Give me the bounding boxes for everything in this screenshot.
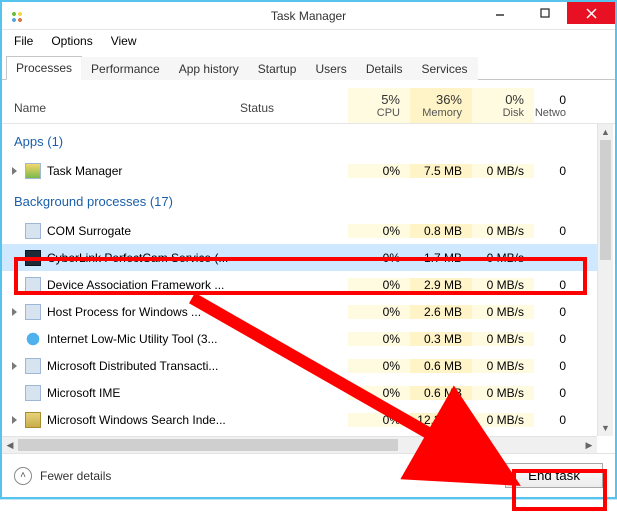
tab-processes[interactable]: Processes xyxy=(6,56,82,80)
process-row[interactable]: Microsoft Windows Search Inde... 0% 12.3… xyxy=(2,406,597,433)
scroll-thumb[interactable] xyxy=(600,140,611,260)
expand-icon[interactable] xyxy=(12,416,17,424)
col-network[interactable]: 0 Netwo xyxy=(534,89,570,123)
chevron-up-icon: ˄ xyxy=(14,467,32,485)
process-icon xyxy=(25,385,41,401)
tab-strip: Processes Performance App history Startu… xyxy=(2,52,615,80)
col-name[interactable]: Name xyxy=(2,101,232,123)
process-row[interactable]: Microsoft Distributed Transacti... 0% 0.… xyxy=(2,352,597,379)
process-name: Microsoft IME xyxy=(47,386,120,400)
group-background[interactable]: Background processes (17) xyxy=(2,184,597,217)
tab-app-history[interactable]: App history xyxy=(169,57,249,80)
fewer-details-button[interactable]: ˄ Fewer details xyxy=(14,467,111,485)
scroll-up-icon[interactable]: ▲ xyxy=(598,124,613,140)
column-headers: Name Status 5% CPU 36% Memory 0% Disk 0 … xyxy=(2,80,615,124)
maximize-icon xyxy=(540,8,550,18)
process-name: Task Manager xyxy=(47,164,122,178)
process-name: Microsoft Distributed Transacti... xyxy=(47,359,218,373)
minimize-button[interactable] xyxy=(477,2,522,24)
scroll-left-icon[interactable]: ◀ xyxy=(2,440,18,451)
process-row-selected[interactable]: CyberLink PerfectCam Service (... 0% 1.7… xyxy=(2,244,597,271)
vertical-scrollbar[interactable]: ▲ ▼ xyxy=(597,124,613,436)
process-icon xyxy=(25,358,41,374)
process-icon xyxy=(25,223,41,239)
process-row[interactable]: COM Surrogate 0% 0.8 MB 0 MB/s 0 xyxy=(2,217,597,244)
expand-icon[interactable] xyxy=(12,167,17,175)
menu-file[interactable]: File xyxy=(6,32,41,50)
scroll-track[interactable] xyxy=(598,140,613,420)
close-icon xyxy=(586,8,597,19)
scroll-right-icon[interactable]: ▶ xyxy=(581,440,597,451)
process-icon xyxy=(25,412,41,428)
footer: ˄ Fewer details End task xyxy=(2,453,615,497)
window-title: Task Manager xyxy=(271,9,346,23)
tab-startup[interactable]: Startup xyxy=(248,57,307,80)
menubar: File Options View xyxy=(2,30,615,52)
expand-icon[interactable] xyxy=(12,362,17,370)
cell-mem: 7.5 MB xyxy=(410,164,472,178)
maximize-button[interactable] xyxy=(522,2,567,24)
process-name: COM Surrogate xyxy=(47,224,131,238)
process-icon xyxy=(25,163,41,179)
menu-view[interactable]: View xyxy=(103,32,145,50)
process-row[interactable]: Device Association Framework ... 0% 2.9 … xyxy=(2,271,597,298)
col-disk[interactable]: 0% Disk xyxy=(472,88,534,123)
process-name: Device Association Framework ... xyxy=(47,278,224,292)
scroll-thumb[interactable] xyxy=(18,439,398,451)
col-memory[interactable]: 36% Memory xyxy=(410,88,472,123)
process-row[interactable]: Internet Low-Mic Utility Tool (3... 0% 0… xyxy=(2,325,597,352)
scroll-down-icon[interactable]: ▼ xyxy=(598,420,613,436)
cell-disk: 0 MB/s xyxy=(472,164,534,178)
process-icon xyxy=(25,331,41,347)
process-name: Host Process for Windows ... xyxy=(47,305,201,319)
minimize-icon xyxy=(495,8,505,18)
expand-icon[interactable] xyxy=(12,308,17,316)
process-name: Microsoft Windows Search Inde... xyxy=(47,413,226,427)
cell-cpu: 0% xyxy=(348,164,410,178)
menu-options[interactable]: Options xyxy=(43,32,100,50)
process-name: CyberLink PerfectCam Service (... xyxy=(47,251,228,265)
col-cpu[interactable]: 5% CPU xyxy=(348,88,410,123)
process-name: Internet Low-Mic Utility Tool (3... xyxy=(47,332,218,346)
titlebar[interactable]: Task Manager xyxy=(2,2,615,30)
tab-users[interactable]: Users xyxy=(305,57,356,80)
cell-net: 0 xyxy=(534,164,570,178)
process-icon xyxy=(25,277,41,293)
end-task-button[interactable]: End task xyxy=(505,463,603,488)
tab-details[interactable]: Details xyxy=(356,57,413,80)
scroll-track[interactable] xyxy=(18,437,581,453)
col-status[interactable]: Status xyxy=(232,101,348,123)
process-row[interactable]: Host Process for Windows ... 0% 2.6 MB 0… xyxy=(2,298,597,325)
process-icon xyxy=(25,250,41,266)
tab-performance[interactable]: Performance xyxy=(81,57,170,80)
tab-services[interactable]: Services xyxy=(412,57,478,80)
process-icon xyxy=(25,304,41,320)
group-apps[interactable]: Apps (1) xyxy=(2,124,597,157)
app-icon xyxy=(8,8,24,24)
horizontal-scrollbar[interactable]: ◀ ▶ xyxy=(2,436,597,453)
process-row-task-manager[interactable]: Task Manager 0% 7.5 MB 0 MB/s 0 xyxy=(2,157,597,184)
process-row[interactable]: Microsoft IME 0% 0.6 MB 0 MB/s 0 xyxy=(2,379,597,406)
close-button[interactable] xyxy=(567,2,615,24)
